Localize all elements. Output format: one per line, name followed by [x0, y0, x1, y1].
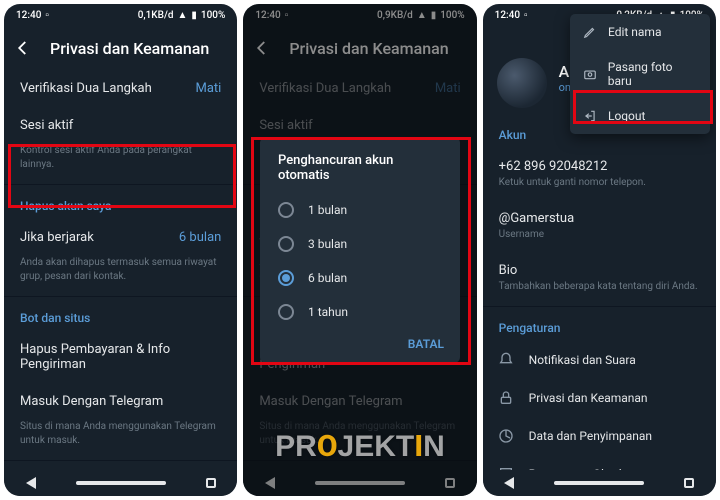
logout-icon: [582, 108, 598, 124]
status-bar: 12:40 ▫ 0,1KB/d▲ ▮ 100%: [4, 4, 237, 26]
row-active-sessions[interactable]: Sesi aktif: [4, 107, 237, 144]
row-two-step[interactable]: Verifikasi Dua LangkahMati: [4, 70, 237, 107]
nav-home-icon[interactable]: [554, 481, 644, 485]
divider: [483, 306, 716, 307]
screen-3-profile: 12:40▫ 0,2KB/d▲▮100% ALT online Edit nam…: [483, 4, 716, 496]
status-hd: ▫: [45, 10, 49, 21]
section-contacts: Kontak: [4, 463, 237, 470]
row-notifications[interactable]: Notifikasi dan Suara: [483, 341, 716, 379]
status-time: 12:40: [495, 10, 520, 21]
cancel-button[interactable]: BATAL: [260, 329, 460, 357]
signal-icon: ▮: [191, 10, 197, 21]
row-if-away[interactable]: Jika berjarak6 bulan: [4, 219, 237, 256]
nav-bar: [483, 470, 716, 496]
nav-back-icon[interactable]: [26, 477, 36, 489]
status-hd: ▫: [524, 10, 528, 21]
status-time: 12:40: [16, 10, 41, 21]
hint-phone: Ketuk untuk ganti nomor telepon.: [483, 176, 716, 200]
menu-set-photo[interactable]: Pasang foto baru: [570, 50, 710, 98]
status-net: 0,1KB/d: [138, 10, 174, 21]
radio-option-0[interactable]: 1 bulan: [260, 193, 460, 227]
pencil-icon: [582, 24, 598, 40]
status-batt: 100%: [201, 10, 225, 21]
overflow-menu: Edit nama Pasang foto baru Logout: [570, 14, 710, 134]
nav-back-icon[interactable]: [504, 477, 514, 489]
row-bio[interactable]: Bio: [483, 252, 716, 280]
hint-bio: Tambahkan beberapa kata tentang diri And…: [483, 280, 716, 304]
nav-recent-icon[interactable]: [684, 478, 694, 488]
section-delete-account: Hapus akun saya: [4, 187, 237, 219]
data-icon: [497, 427, 515, 445]
profile-body: Akun +62 896 92048212 Ketuk untuk ganti …: [483, 116, 716, 470]
self-destruct-dialog: Penghancuran akun otomatis 1 bulan 3 bul…: [260, 137, 460, 363]
section-bot: Bot dan situs: [4, 299, 237, 331]
row-username[interactable]: @Gamerstua: [483, 200, 716, 228]
section-settings: Pengaturan: [483, 309, 716, 341]
radio-icon: [278, 202, 294, 218]
row-data-storage[interactable]: Data dan Penyimpanan: [483, 417, 716, 455]
radio-option-1[interactable]: 3 bulan: [260, 227, 460, 261]
radio-option-3[interactable]: 1 tahun: [260, 295, 460, 329]
dialog-title: Penghancuran akun otomatis: [260, 153, 460, 193]
row-chat-settings[interactable]: Pengaturan Obrolan: [483, 455, 716, 470]
bell-icon: [497, 351, 515, 369]
avatar[interactable]: [497, 58, 547, 108]
hint-delete: Anda akan dihapus termasuk semua riwayat…: [4, 256, 237, 294]
dialog-scrim[interactable]: Penghancuran akun otomatis 1 bulan 3 bul…: [243, 4, 476, 496]
radio-icon: [278, 236, 294, 252]
nav-recent-icon[interactable]: [206, 478, 216, 488]
hint-username: Username: [483, 228, 716, 252]
divider: [4, 460, 237, 461]
radio-option-2[interactable]: 6 bulan: [260, 261, 460, 295]
divider: [4, 184, 237, 185]
radio-icon-selected: [278, 270, 294, 286]
hint-login: Situs di mana Anda menggunakan Telegram …: [4, 420, 237, 458]
screen-1-privacy: 12:40 ▫ 0,1KB/d▲ ▮ 100% Privasi dan Keamana…: [4, 4, 237, 496]
menu-edit-name[interactable]: Edit nama: [570, 14, 710, 50]
row-phone[interactable]: +62 896 92048212: [483, 148, 716, 176]
nav-home-icon[interactable]: [76, 481, 166, 485]
settings-list: Verifikasi Dua LangkahMati Sesi aktif Ko…: [4, 70, 237, 470]
header: Privasi dan Keamanan: [4, 26, 237, 70]
row-payment-info[interactable]: Hapus Pembayaran & Info Pengiriman: [4, 331, 237, 383]
hint-sessions: Kontrol sesi aktif Anda pada perangkat l…: [4, 144, 237, 182]
page-title: Privasi dan Keamanan: [50, 39, 209, 58]
wifi-icon: ▲: [177, 10, 187, 21]
lock-icon: [497, 389, 515, 407]
row-privacy[interactable]: Privasi dan Keamanan: [483, 379, 716, 417]
radio-icon: [278, 304, 294, 320]
camera-icon: [582, 66, 598, 82]
divider: [4, 296, 237, 297]
menu-logout[interactable]: Logout: [570, 98, 710, 134]
row-login-telegram[interactable]: Masuk Dengan Telegram: [4, 383, 237, 420]
back-icon[interactable]: [12, 37, 34, 59]
screen-2-dialog: 12:40▫ 0,9KB/d▲▮100% Privasi dan Keamana…: [243, 4, 476, 496]
nav-bar: [4, 470, 237, 496]
